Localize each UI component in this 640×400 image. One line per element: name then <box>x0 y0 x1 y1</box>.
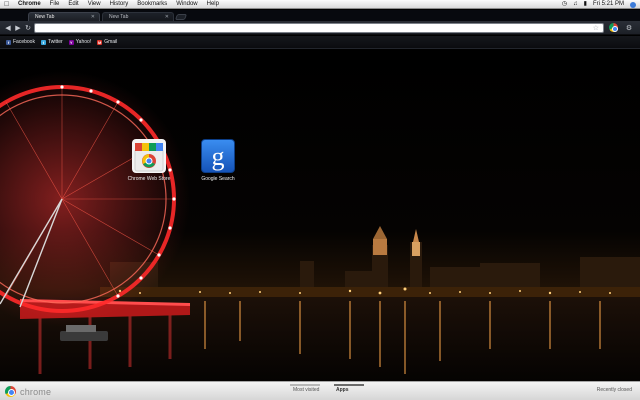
apps-indicator <box>334 384 364 386</box>
bookmark-label: Twitter <box>47 39 63 45</box>
spotlight-icon[interactable] <box>630 1 636 8</box>
bookmark-gmail[interactable]: M Gmail <box>97 39 117 45</box>
menu-edit[interactable]: Edit <box>68 0 78 9</box>
volume-icon[interactable]: ♫ <box>573 0 578 9</box>
bookmark-facebook[interactable]: f Facebook <box>6 39 35 45</box>
wifi-icon[interactable]: ◷ <box>562 0 567 9</box>
ntp-footer: chrome Most visited Apps Recently closed <box>0 381 640 400</box>
tab-title: New Tab <box>35 14 55 20</box>
menu-bookmarks[interactable]: Bookmarks <box>137 0 167 9</box>
recently-closed-menu[interactable]: Recently closed <box>597 387 632 393</box>
tab-new-tab-active[interactable]: New Tab ✕ <box>28 12 100 21</box>
tab-strip: New Tab ✕ New Tab ✕ <box>0 10 640 21</box>
mac-menu-bar:  Chrome File Edit View History Bookmark… <box>0 0 640 9</box>
apple-menu-icon[interactable]:  <box>4 0 12 9</box>
menu-file[interactable]: File <box>50 0 60 9</box>
menu-help[interactable]: Help <box>207 0 219 9</box>
omnibox-input[interactable]: ☆ <box>34 23 604 33</box>
menu-window[interactable]: Window <box>176 0 197 9</box>
app-google-search[interactable]: g Google Search <box>186 139 250 182</box>
gmail-icon: M <box>97 39 103 45</box>
bookmark-twitter[interactable]: t Twitter <box>40 39 63 45</box>
app-label: Google Search <box>201 176 235 182</box>
bookmark-label: Facebook <box>13 39 35 45</box>
facebook-icon: f <box>6 39 11 45</box>
new-tab-page: Chrome Web Store g Google Search <box>0 49 640 381</box>
clock[interactable]: Fri 5:21 PM <box>593 0 624 9</box>
menu-extras: ◷ ♫ ▮ Fri 5:21 PM <box>562 0 636 9</box>
twitter-icon: t <box>40 39 46 45</box>
apps-tab[interactable]: Apps <box>336 387 349 393</box>
battery-icon[interactable]: ▮ <box>584 0 587 9</box>
star-icon[interactable]: ☆ <box>593 24 599 33</box>
tab-new-tab[interactable]: New Tab ✕ <box>102 12 174 21</box>
google-search-icon: g <box>201 139 235 173</box>
chrome-web-store-icon <box>132 139 166 173</box>
bookmark-yahoo[interactable]: Y Yahoo! <box>68 39 92 45</box>
back-arrow-icon[interactable]: ◀ <box>3 23 13 33</box>
theme-background-image <box>0 49 640 381</box>
bookmark-label: Yahoo! <box>75 39 92 45</box>
app-chrome-web-store[interactable]: Chrome Web Store <box>117 139 181 182</box>
most-visited-tab[interactable]: Most visited <box>293 387 319 393</box>
brand-wordmark: chrome <box>20 386 52 397</box>
screen:  Chrome File Edit View History Bookmark… <box>0 0 640 400</box>
browser-toolbar: ◀ ▶ ↻ ☆ ⚙ <box>0 21 640 35</box>
chrome-logo: chrome <box>5 386 51 397</box>
forward-arrow-icon[interactable]: ▶ <box>13 23 23 33</box>
bookmarks-bar: f Facebook t Twitter Y Yahoo! M Gmail <box>0 36 640 49</box>
chrome-extension-icon[interactable] <box>609 23 618 32</box>
bookmark-label: Gmail <box>104 39 118 45</box>
wrench-icon[interactable]: ⚙ <box>624 23 634 33</box>
menu-history[interactable]: History <box>110 0 129 9</box>
yahoo-icon: Y <box>68 39 74 45</box>
tab-title: New Tab <box>109 14 129 20</box>
app-label: Chrome Web Store <box>127 176 171 182</box>
close-tab-icon[interactable]: ✕ <box>91 14 95 20</box>
menu-view[interactable]: View <box>88 0 101 9</box>
chrome-logo-icon <box>5 386 16 397</box>
menu-chrome[interactable]: Chrome <box>18 0 41 9</box>
reload-icon[interactable]: ↻ <box>23 23 33 33</box>
close-tab-icon[interactable]: ✕ <box>165 14 169 20</box>
most-visited-indicator <box>290 384 320 386</box>
